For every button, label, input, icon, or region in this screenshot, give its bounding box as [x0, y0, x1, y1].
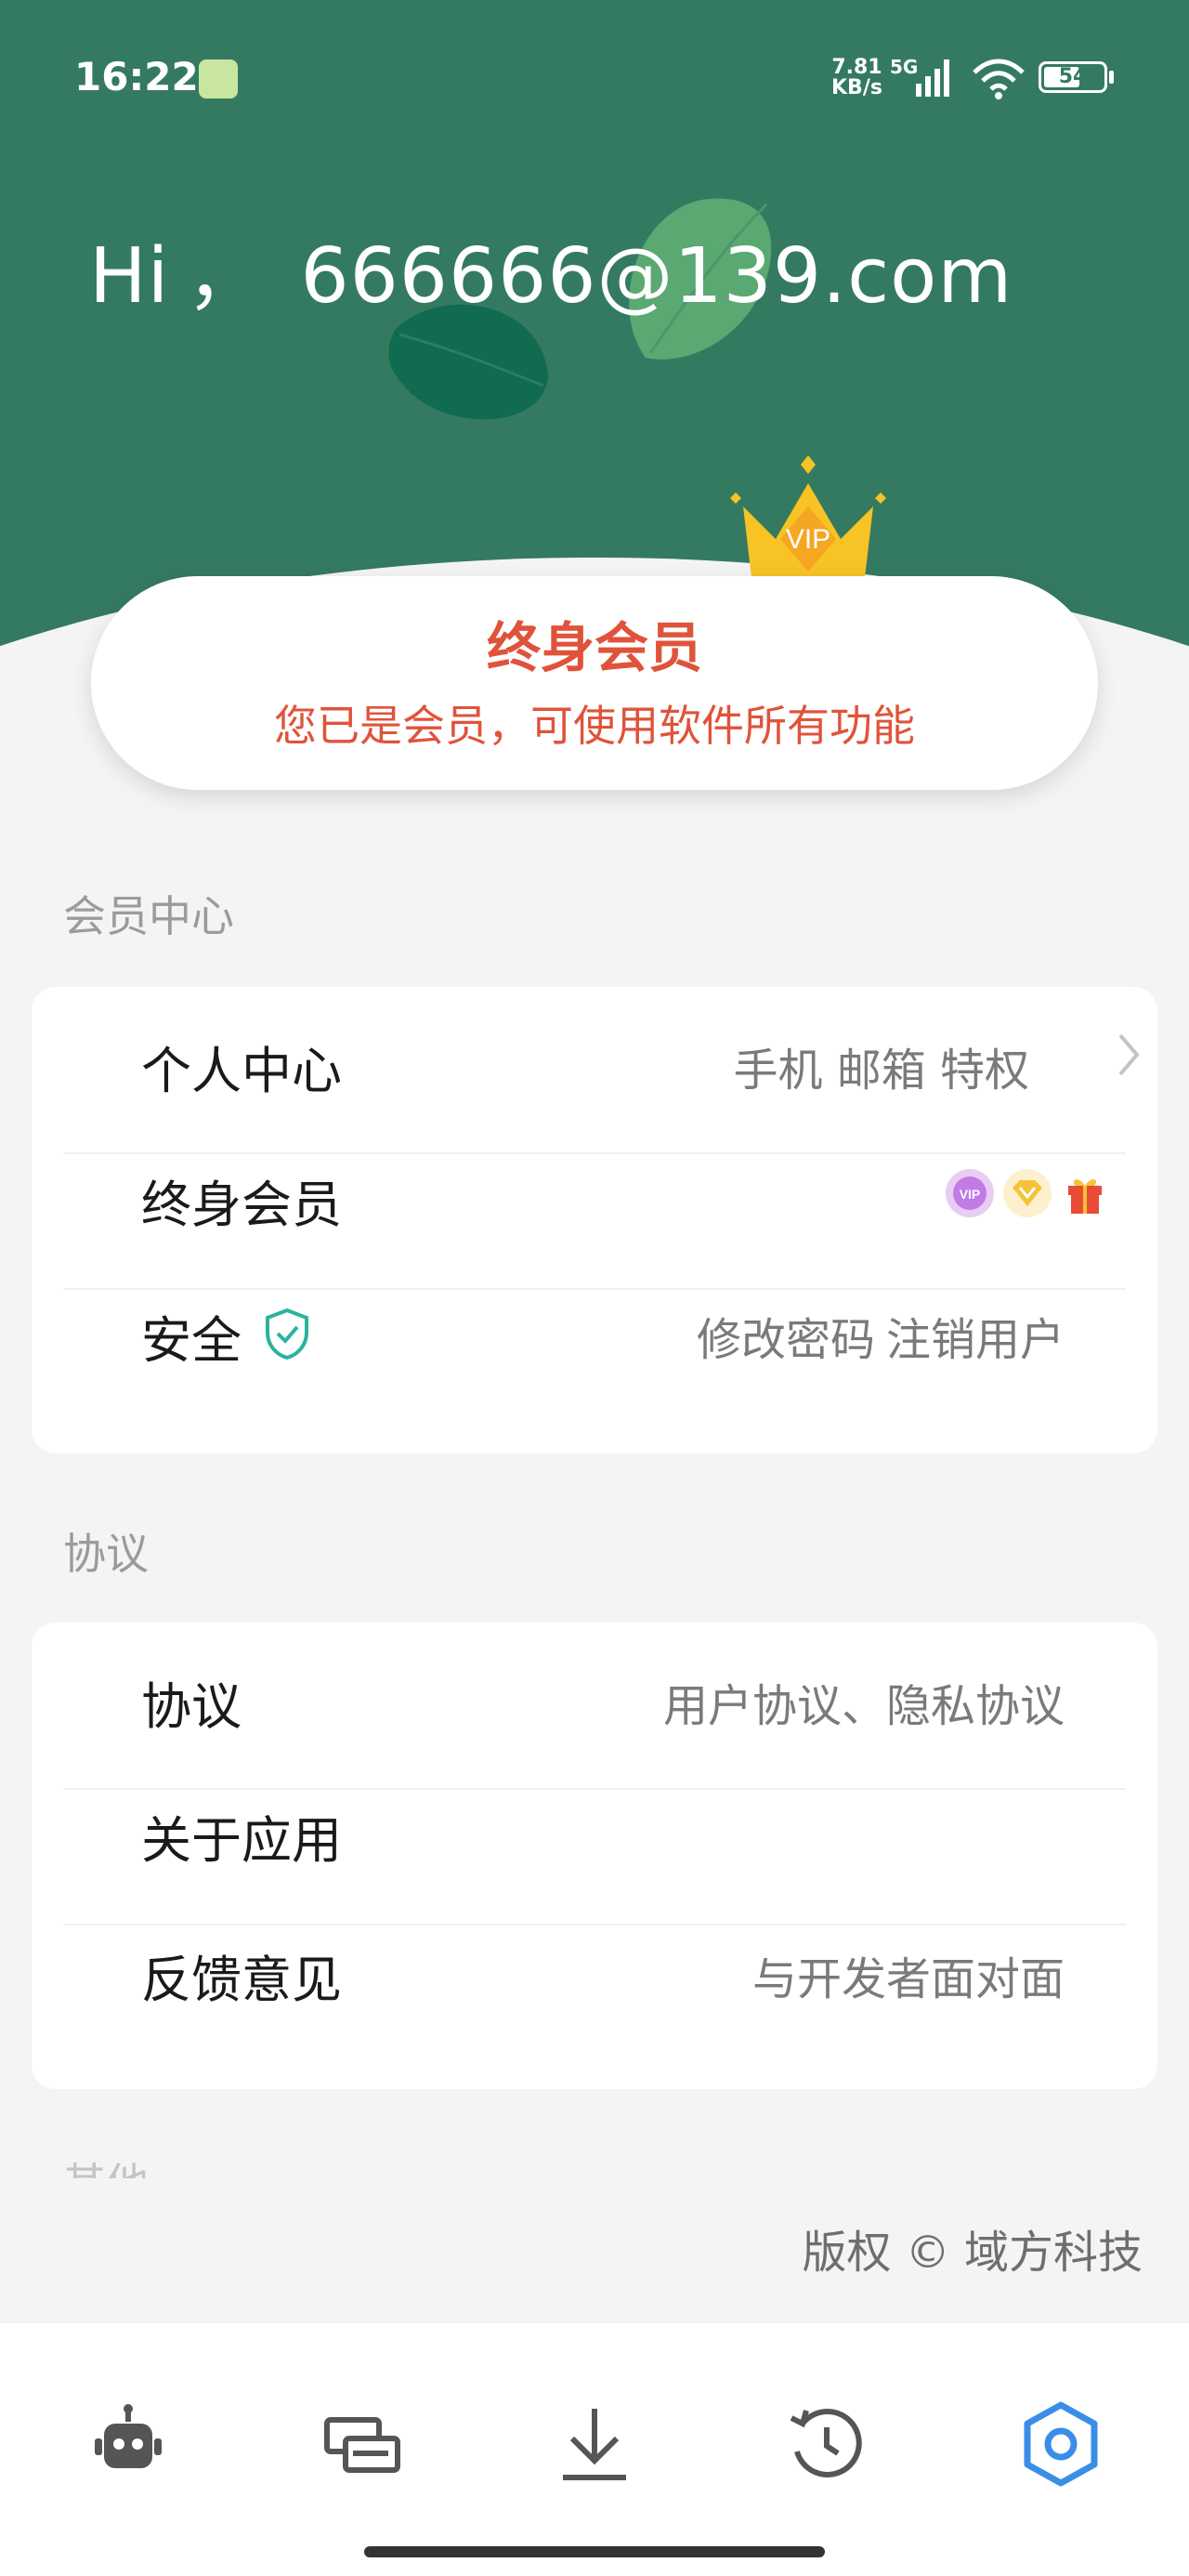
row-agreement[interactable]: 协议 用户协议、隐私协议 [63, 1623, 1126, 1758]
row-about-app[interactable]: 关于应用 [63, 1790, 1126, 1925]
row-label: 关于应用 [141, 1811, 342, 1870]
change-password-link[interactable]: 修改密码 [697, 1303, 875, 1368]
row-personal-center[interactable]: 个人中心 手机 邮箱 特权 [63, 987, 1140, 1123]
row-label: 终身会员 [141, 1176, 342, 1234]
vip-status-card[interactable]: 终身会员 您已是会员，可使用软件所有功能 [91, 576, 1098, 790]
row-label: 协议 [141, 1677, 242, 1736]
diamond-icon [1003, 1169, 1052, 1217]
row-feedback[interactable]: 反馈意见 与开发者面对面 [63, 1925, 1126, 2061]
battery-icon: 54 [1039, 61, 1107, 93]
greeting-separator: ， [186, 232, 264, 321]
row-lifetime-member[interactable]: 终身会员 VIP [63, 1154, 1126, 1290]
cards-icon [324, 2417, 400, 2473]
nav-history[interactable] [780, 2398, 873, 2491]
copyright: 版权 © 域方科技 [802, 2227, 1143, 2279]
section-label-other: 其他 [63, 2156, 149, 2178]
section-label-agreement: 协议 [63, 1529, 149, 1579]
nav-cards[interactable] [316, 2398, 409, 2491]
app-notification-icon [199, 59, 238, 99]
row-label: 安全 [141, 1311, 242, 1370]
vip-subtitle: 您已是会员，可使用软件所有功能 [274, 701, 915, 751]
vip-badge-icon: VIP [946, 1169, 994, 1217]
nav-settings[interactable] [1014, 2398, 1107, 2491]
delete-account-link[interactable]: 注销用户 [886, 1303, 1065, 1368]
download-icon [563, 2409, 626, 2480]
row-security: 安全 修改密码 注销用户 [63, 1290, 1126, 1426]
row-value: 手机 邮箱 特权 [733, 1045, 1029, 1097]
status-time: 16:22 [74, 54, 199, 99]
status-bar: 16:22 7.81 KB/s 5G 54 [0, 0, 1189, 158]
signal-icon [916, 59, 949, 97]
agreement-card: 协议 用户协议、隐私协议 关于应用 反馈意见 与开发者面对面 [32, 1623, 1157, 2089]
shield-check-icon [266, 1308, 308, 1360]
row-label: 个人中心 [141, 1042, 342, 1100]
vip-title: 终身会员 [486, 616, 702, 679]
user-email: 666666@139.com [300, 232, 1013, 321]
battery-level: 54 [1058, 65, 1088, 88]
network-speed: 7.81 KB/s [831, 58, 882, 99]
row-value: 用户协议、隐私协议 [662, 1680, 1065, 1732]
wifi-icon [973, 59, 1025, 99]
crown-label: VIP [786, 524, 830, 555]
greeting-prefix: Hi [89, 232, 170, 321]
greeting: Hi， 666666@139.com [89, 214, 1013, 324]
nav-download[interactable] [548, 2398, 641, 2491]
row-label: 反馈意见 [141, 1951, 342, 2009]
vip-crown-icon: VIP [730, 455, 886, 585]
history-icon [790, 2409, 862, 2477]
vip-badge-label: VIP [960, 1187, 981, 1202]
member-center-card: 个人中心 手机 邮箱 特权 终身会员 VIP 安全 修改密码 注销用户 [32, 987, 1157, 1453]
nav-robot[interactable] [82, 2398, 175, 2491]
network-speed-unit: KB/s [831, 76, 882, 99]
gift-icon [1068, 1179, 1102, 1214]
home-indicator[interactable] [364, 2546, 825, 2557]
row-value: 与开发者面对面 [751, 1953, 1065, 2005]
chevron-right-icon [1118, 1033, 1140, 1076]
section-label-member-center: 会员中心 [63, 891, 234, 941]
network-speed-value: 7.81 [831, 56, 882, 79]
robot-icon [95, 2404, 162, 2468]
settings-icon [1024, 2401, 1098, 2487]
